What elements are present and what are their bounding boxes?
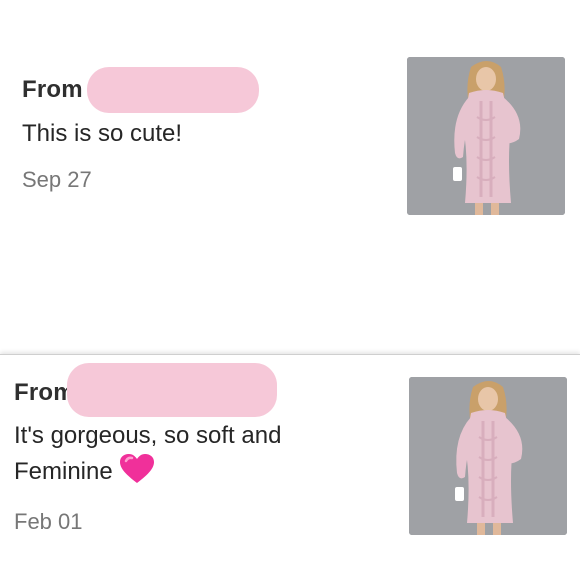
review-author-row: From: [22, 67, 259, 113]
redacted-username: [86, 67, 259, 113]
redacted-username: [66, 363, 277, 417]
review-author-row: From: [14, 363, 277, 417]
from-label: From: [14, 379, 75, 406]
from-label: From: [22, 76, 83, 103]
product-thumbnail[interactable]: [407, 57, 565, 215]
product-thumbnail[interactable]: [409, 377, 567, 535]
review-date: Sep 27: [22, 167, 92, 192]
review-date: Feb 01: [14, 509, 83, 534]
dress-model-image: [409, 377, 567, 535]
review-comment: It's gorgeous, so soft and Feminine: [14, 419, 384, 488]
review-card: From This is so cute! Sep 27: [0, 0, 580, 352]
review-card: From It's gorgeous, so soft and Feminine…: [0, 354, 580, 581]
pink-heart-emoji-icon: [119, 453, 155, 485]
review-comment: This is so cute!: [22, 120, 183, 147]
dress-model-image: [407, 57, 565, 215]
